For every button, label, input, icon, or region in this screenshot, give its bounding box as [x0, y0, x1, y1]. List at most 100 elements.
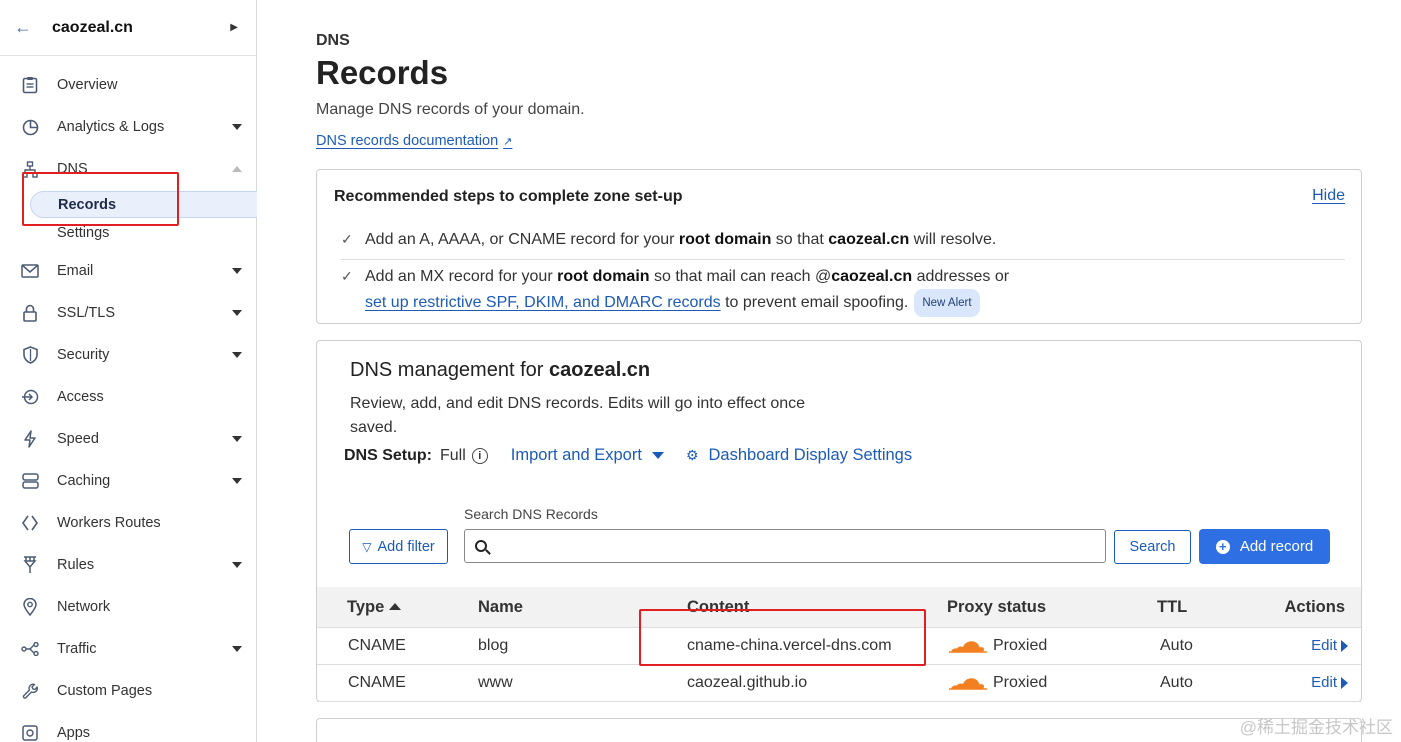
- sidebar-item-apps[interactable]: Apps: [0, 718, 256, 742]
- edit-label: Edit: [1311, 674, 1337, 691]
- column-name[interactable]: Name: [478, 598, 523, 617]
- edit-label: Edit: [1311, 637, 1337, 654]
- caret-down-icon: [651, 452, 664, 459]
- chevron-down-icon: [232, 436, 242, 442]
- info-icon[interactable]: i: [471, 447, 488, 464]
- sidebar-item-label: Network: [57, 599, 111, 615]
- sidebar-item-overview[interactable]: Overview: [0, 70, 256, 100]
- step-text: so that mail can reach @: [649, 268, 832, 285]
- cell-type: CNAME: [348, 637, 406, 654]
- sidebar-item-speed[interactable]: Speed: [0, 424, 256, 454]
- shield-icon: [20, 345, 40, 365]
- add-record-label: Add record: [1239, 538, 1314, 555]
- edit-button[interactable]: Edit: [1311, 674, 1348, 692]
- chevron-down-icon: [232, 646, 242, 652]
- plus-circle-icon: +: [1215, 539, 1230, 554]
- search-dns-records-field[interactable]: [464, 529, 1106, 563]
- column-ttl[interactable]: TTL: [1157, 598, 1187, 617]
- cell-type: CNAME: [348, 674, 406, 691]
- sidebar-item-custom-pages[interactable]: Custom Pages: [0, 676, 256, 706]
- step-bold: root domain: [557, 268, 650, 285]
- dns-title-domain: caozeal.cn: [548, 359, 651, 381]
- sidebar-item-workers-routes[interactable]: Workers Routes: [0, 508, 256, 538]
- spf-dkim-dmarc-link[interactable]: set up restrictive SPF, DKIM, and DMARC …: [365, 294, 721, 311]
- traffic-icon: [20, 639, 40, 659]
- step-bold: root domain: [678, 231, 772, 248]
- display-settings-label: Dashboard Display Settings: [708, 446, 913, 464]
- sidebar-item-ssl[interactable]: SSL/TLS: [0, 298, 256, 328]
- sidebar: ← caozeal.cn ▶ Overview Analytics & Logs…: [0, 0, 257, 742]
- chevron-down-icon: [232, 124, 242, 130]
- column-type-label: Type: [347, 598, 385, 616]
- import-export-dropdown[interactable]: Import and Export: [511, 446, 664, 465]
- page-description: Manage DNS records of your domain.: [316, 101, 585, 118]
- sort-ascending-icon: [389, 603, 402, 610]
- add-record-button[interactable]: + Add record: [1199, 529, 1330, 564]
- back-arrow-icon[interactable]: ←: [14, 17, 38, 38]
- table-row[interactable]: CNAME www caozeal.github.io Proxied Auto…: [317, 665, 1361, 702]
- proxy-status-label: Proxied: [993, 637, 1048, 654]
- table-row[interactable]: CNAME blog cname-china.vercel-dns.com Pr…: [317, 628, 1361, 665]
- chevron-down-icon: [232, 310, 242, 316]
- sidebar-item-network[interactable]: Network: [0, 592, 256, 622]
- cell-content: caozeal.github.io: [687, 674, 808, 691]
- dns-management-card: DNS management for caozeal.cn Review, ad…: [316, 340, 1362, 702]
- sidebar-item-label: Email: [57, 263, 94, 279]
- orange-cloud-icon: [949, 678, 987, 690]
- dns-docs-link[interactable]: DNS records documentation ↗: [316, 133, 512, 149]
- hide-link[interactable]: Hide: [1312, 187, 1345, 205]
- clipboard-icon: [20, 75, 40, 95]
- chevron-down-icon: [232, 352, 242, 358]
- column-type[interactable]: Type: [347, 598, 402, 617]
- sidebar-item-label: Speed: [57, 431, 99, 447]
- sidebar-item-label: Apps: [57, 725, 91, 741]
- sidebar-item-access[interactable]: Access: [0, 382, 256, 412]
- new-alert-badge: New Alert: [914, 289, 980, 317]
- chart-pie-icon: [20, 117, 40, 137]
- dns-setup-value: Full: [440, 446, 466, 464]
- dashboard-display-settings[interactable]: ⚙ Dashboard Display Settings: [686, 446, 912, 465]
- step-bold: caozeal.cn: [831, 268, 913, 285]
- sidebar-item-label: Custom Pages: [57, 683, 153, 699]
- sidebar-item-security[interactable]: Security: [0, 340, 256, 370]
- column-content[interactable]: Content: [687, 598, 749, 617]
- sidebar-item-label: DNS: [57, 161, 88, 177]
- search-icon: [475, 540, 487, 552]
- mail-icon: [20, 261, 40, 281]
- dns-docs-link-label: DNS records documentation: [316, 133, 499, 149]
- sidebar-item-analytics[interactable]: Analytics & Logs: [0, 112, 256, 142]
- lock-icon: [20, 303, 40, 323]
- sidebar-item-traffic[interactable]: Traffic: [0, 634, 256, 664]
- edit-button[interactable]: Edit: [1311, 637, 1348, 655]
- add-filter-button[interactable]: ▽ Add filter: [349, 529, 448, 564]
- search-input[interactable]: [495, 538, 1105, 554]
- step-text: to prevent email spoofing.: [720, 294, 909, 312]
- sidebar-item-caching[interactable]: Caching: [0, 466, 256, 496]
- dns-title-text: DNS management for: [350, 359, 549, 381]
- step-bold: caozeal.cn: [828, 231, 910, 248]
- domain-name: caozeal.cn: [52, 18, 133, 36]
- sidebar-item-label: Traffic: [57, 641, 97, 657]
- sidebar-header: ← caozeal.cn ▶: [0, 0, 256, 56]
- rules-icon: [20, 555, 40, 575]
- sidebar-item-label: Security: [57, 347, 110, 363]
- network-icon: [20, 159, 40, 179]
- wrench-icon: [20, 681, 40, 701]
- apps-icon: [20, 723, 40, 742]
- sidebar-item-email[interactable]: Email: [0, 256, 256, 286]
- sidebar-item-rules[interactable]: Rules: [0, 550, 256, 580]
- orange-cloud-icon: [949, 641, 987, 653]
- sidebar-subitem-records[interactable]: Records: [30, 191, 257, 218]
- step-text: will resolve.: [909, 231, 997, 248]
- caret-right-icon[interactable]: ▶: [230, 22, 238, 33]
- dns-setup-row: DNS Setup: Full i Import and Export ⚙ Das…: [344, 446, 912, 465]
- chevron-down-icon: [232, 268, 242, 274]
- step-text: Add an MX record for your: [365, 268, 558, 285]
- column-proxy-status[interactable]: Proxy status: [947, 598, 1046, 617]
- sidebar-item-label: Overview: [57, 77, 118, 93]
- sidebar-subitem-settings[interactable]: Settings: [30, 219, 257, 246]
- sidebar-item-dns[interactable]: DNS: [0, 154, 256, 184]
- filter-icon: ▽: [362, 539, 372, 554]
- search-button[interactable]: Search: [1114, 530, 1191, 564]
- divider: [341, 259, 1345, 260]
